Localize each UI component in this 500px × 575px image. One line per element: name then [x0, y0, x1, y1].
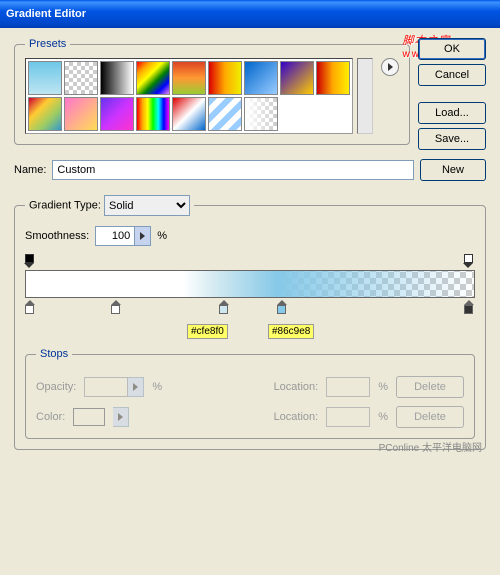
opacity-label: Opacity:	[36, 381, 76, 393]
location1-input	[326, 377, 370, 397]
arrow-right-icon	[140, 232, 145, 240]
color-stop[interactable]	[25, 300, 36, 314]
opacity-input	[84, 377, 128, 397]
preset-swatch[interactable]	[208, 61, 242, 95]
cancel-button[interactable]: Cancel	[418, 64, 486, 86]
color-stop[interactable]	[464, 300, 475, 314]
color-stop[interactable]	[277, 300, 288, 314]
color-label: Color:	[36, 411, 65, 423]
preset-swatch[interactable]	[28, 97, 62, 131]
preset-swatch[interactable]	[64, 97, 98, 131]
gradient-type-label: Gradient Type:	[29, 200, 101, 212]
stops-legend: Stops	[36, 348, 72, 360]
smoothness-stepper[interactable]	[135, 226, 151, 246]
title-bar: Gradient Editor	[0, 0, 500, 28]
preset-swatch[interactable]	[136, 97, 170, 131]
presets-group: Presets	[14, 38, 410, 145]
new-button[interactable]: New	[420, 159, 486, 181]
gradient-type-select[interactable]: Solid	[104, 195, 190, 216]
preset-swatch[interactable]	[64, 61, 98, 95]
color-stop[interactable]	[219, 300, 230, 314]
preset-swatch[interactable]	[172, 97, 206, 131]
gradient-bar-area: #cfe8f0 #86c9e8	[25, 254, 475, 326]
smoothness-unit: %	[157, 230, 167, 242]
stops-group: Stops Opacity: % Location: % Delete Colo…	[25, 348, 475, 439]
location1-unit: %	[378, 381, 388, 393]
footer-watermark: PConline 太平洋电脑网	[379, 439, 482, 454]
opacity-unit: %	[152, 381, 162, 393]
location2-input	[326, 407, 370, 427]
location1-label: Location:	[274, 381, 319, 393]
preset-swatch[interactable]	[28, 61, 62, 95]
ok-button[interactable]: OK	[418, 38, 486, 60]
preset-swatch[interactable]	[136, 61, 170, 95]
preset-scrollbar[interactable]	[357, 58, 373, 134]
gradient-preview-bar[interactable]	[25, 270, 475, 298]
save-button[interactable]: Save...	[418, 128, 486, 150]
location2-unit: %	[378, 411, 388, 423]
color-well	[73, 408, 105, 426]
load-button[interactable]: Load...	[418, 102, 486, 124]
annotation-2: #86c9e8	[268, 324, 314, 339]
color-stop[interactable]	[111, 300, 122, 314]
opacity-stepper	[128, 377, 144, 397]
smoothness-label: Smoothness:	[25, 230, 89, 242]
color-picker-button	[113, 407, 129, 427]
delete-opacity-button: Delete	[396, 376, 464, 398]
preset-swatch[interactable]	[244, 97, 278, 131]
preset-swatch[interactable]	[172, 61, 206, 95]
delete-color-button: Delete	[396, 406, 464, 428]
preset-swatch[interactable]	[100, 61, 134, 95]
window-title: Gradient Editor	[6, 8, 86, 20]
annotation-1: #cfe8f0	[187, 324, 228, 339]
button-column: OK Cancel Load... Save...	[418, 38, 486, 150]
name-label: Name:	[14, 164, 46, 176]
name-input[interactable]	[52, 160, 414, 180]
play-icon	[388, 63, 393, 71]
preset-swatch[interactable]	[100, 97, 134, 131]
location2-label: Location:	[274, 411, 319, 423]
name-row: Name: New	[14, 159, 486, 181]
preset-swatch[interactable]	[208, 97, 242, 131]
opacity-stop-left[interactable]	[25, 254, 36, 268]
preset-menu-button[interactable]	[381, 58, 399, 76]
presets-legend: Presets	[25, 38, 70, 50]
preset-swatch[interactable]	[244, 61, 278, 95]
opacity-stop-right[interactable]	[464, 254, 475, 268]
preset-grid	[25, 58, 353, 134]
preset-swatch[interactable]	[280, 61, 314, 95]
preset-swatch[interactable]	[316, 61, 350, 95]
smoothness-input[interactable]	[95, 226, 135, 246]
gradient-group: Gradient Type: Solid Smoothness: % #cfe8…	[14, 195, 486, 450]
